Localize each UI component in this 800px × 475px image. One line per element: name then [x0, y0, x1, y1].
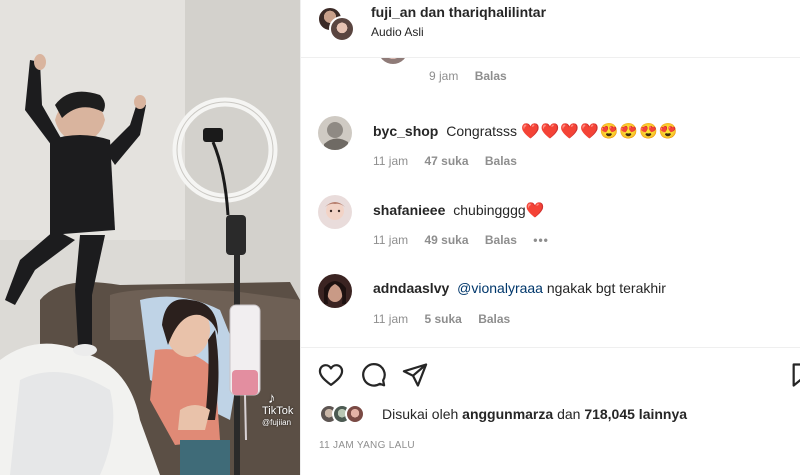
tiktok-brand: TikTok — [262, 405, 294, 417]
post-timestamp[interactable]: 11 JAM YANG LALU — [319, 440, 415, 451]
comment-time: 11 jam — [373, 233, 409, 247]
comment-text: shafanieee chubingggg❤️ — [373, 201, 545, 219]
comment-emoji: ❤️❤️❤️❤️😍😍😍😍 — [520, 123, 679, 140]
comment-body: chubingggg — [453, 202, 526, 218]
comment-meta: 9 jam Balas — [429, 69, 520, 83]
post-header: fuji_an dan thariqhalilintar Audio Asli — [301, 0, 800, 58]
heart-icon[interactable] — [317, 361, 345, 389]
comment-likes[interactable]: 49 suka — [424, 233, 468, 247]
likes-count[interactable]: 718,045 lainnya — [584, 406, 687, 422]
comment-item: shafanieee chubingggg❤️ 11 jam 49 suka B… — [301, 195, 800, 273]
likes-prefix: Disukai oleh — [382, 406, 459, 422]
comment-username[interactable]: adndaaslvy — [373, 280, 449, 296]
comment-emoji: ❤️ — [525, 202, 546, 219]
comment-item: adndaaslvy @vionalyraaa ngakak bgt terak… — [301, 274, 800, 352]
comment-text: byc_shop Congratsss ❤️❤️❤️❤️😍😍😍😍 — [373, 122, 678, 140]
liker-avatars — [319, 404, 379, 426]
reply-button[interactable]: Balas — [475, 69, 507, 83]
likes-connector: dan — [557, 406, 581, 422]
comment-body: ngakak bgt terakhir — [546, 280, 666, 296]
divider — [301, 347, 800, 348]
comment-time: 11 jam — [373, 154, 409, 168]
comment-meta: 11 jam 49 suka Balas ••• — [373, 233, 562, 247]
paper-plane-icon[interactable] — [401, 361, 429, 389]
more-options-icon[interactable]: ••• — [533, 233, 549, 247]
comment-meta: 11 jam 5 suka Balas — [373, 312, 523, 326]
post-detail-panel: fuji_an dan thariqhalilintar Audio Asli … — [300, 0, 800, 475]
reply-button[interactable]: Balas — [485, 154, 517, 168]
avatar[interactable] — [329, 16, 355, 42]
tiktok-username: @fujiian — [262, 418, 292, 427]
avatar[interactable] — [318, 274, 352, 308]
reply-button[interactable]: Balas — [485, 233, 517, 247]
bookmark-icon[interactable] — [789, 361, 800, 389]
comment-username[interactable]: shafanieee — [373, 202, 445, 218]
video-frame — [0, 0, 300, 475]
reply-button[interactable]: Balas — [478, 312, 510, 326]
comment-time: 11 jam — [373, 312, 409, 326]
comment-body: Congratsss — [446, 123, 518, 139]
comment-likes[interactable]: 47 suka — [424, 154, 468, 168]
tiktok-watermark: ♪ TikTok @fujiian — [262, 390, 294, 429]
comment-mention[interactable]: @vionalyraaa — [457, 280, 543, 296]
comment-meta: 11 jam 47 suka Balas — [373, 154, 530, 168]
post-media[interactable]: ♪ TikTok @fujiian — [0, 0, 300, 475]
comment-text: adndaaslvy @vionalyraaa ngakak bgt terak… — [373, 280, 666, 296]
avatar — [345, 404, 365, 424]
liker-username[interactable]: anggunmarza — [462, 406, 553, 422]
comment-item: byc_shop Congratsss ❤️❤️❤️❤️😍😍😍😍 11 jam … — [301, 116, 800, 194]
avatar[interactable] — [318, 195, 352, 229]
comment-time: 9 jam — [429, 69, 459, 83]
author-avatars[interactable] — [317, 6, 357, 42]
avatar[interactable] — [318, 116, 352, 150]
audio-link[interactable]: Audio Asli — [371, 25, 424, 39]
post-authors[interactable]: fuji_an dan thariqhalilintar — [371, 4, 546, 20]
comment-bubble-icon[interactable] — [359, 361, 387, 389]
likes-text: Disukai oleh anggunmarza dan 718,045 lai… — [382, 406, 687, 422]
comment-username[interactable]: byc_shop — [373, 123, 438, 139]
comment-likes[interactable]: 5 suka — [424, 312, 461, 326]
tiktok-logo-icon: ♪ — [268, 390, 276, 407]
